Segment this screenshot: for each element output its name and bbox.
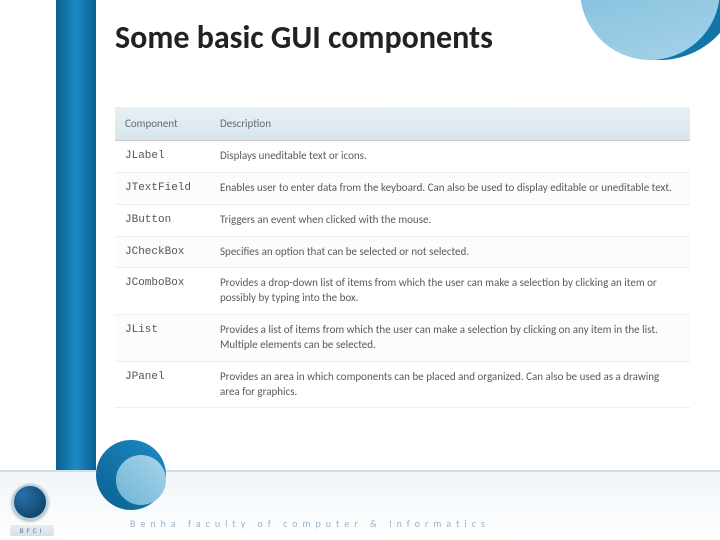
bfci-logo-icon bbox=[12, 484, 48, 520]
component-name: JTextField bbox=[115, 172, 210, 204]
bfci-abbrev: BFCI bbox=[10, 525, 54, 536]
table-row: JButton Triggers an event when clicked w… bbox=[115, 204, 690, 236]
component-description: Specifies an option that can be selected… bbox=[210, 236, 690, 268]
footer-text: Benha faculty of computer & Informatics bbox=[130, 517, 710, 530]
table-row: JLabel Displays uneditable text or icons… bbox=[115, 141, 690, 173]
components-table: Component Description JLabel Displays un… bbox=[115, 107, 690, 408]
component-description: Triggers an event when clicked with the … bbox=[210, 204, 690, 236]
column-header-description: Description bbox=[210, 107, 690, 141]
component-name: JButton bbox=[115, 204, 210, 236]
component-description: Provides a list of items from which the … bbox=[210, 315, 690, 362]
left-accent-bar bbox=[56, 0, 96, 540]
component-name: JCheckBox bbox=[115, 236, 210, 268]
page-title: Some basic GUI components bbox=[115, 18, 690, 57]
component-name: JLabel bbox=[115, 141, 210, 173]
table-row: JList Provides a list of items from whic… bbox=[115, 315, 690, 362]
table-header-row: Component Description bbox=[115, 107, 690, 141]
decorative-swoosh-footer bbox=[96, 470, 176, 510]
component-name: JList bbox=[115, 315, 210, 362]
table-row: JTextField Enables user to enter data fr… bbox=[115, 172, 690, 204]
component-description: Enables user to enter data from the keyb… bbox=[210, 172, 690, 204]
table-row: JComboBox Provides a drop-down list of i… bbox=[115, 268, 690, 315]
component-description: Provides a drop-down list of items from … bbox=[210, 268, 690, 315]
table-row: JPanel Provides an area in which compone… bbox=[115, 361, 690, 408]
footer-band: BFCI Benha faculty of computer & Informa… bbox=[0, 470, 720, 540]
table-row: JCheckBox Specifies an option that can b… bbox=[115, 236, 690, 268]
column-header-component: Component bbox=[115, 107, 210, 141]
component-name: JPanel bbox=[115, 361, 210, 408]
component-name: JComboBox bbox=[115, 268, 210, 315]
slide-content: Some basic GUI components Component Desc… bbox=[115, 18, 690, 408]
component-description: Provides an area in which components can… bbox=[210, 361, 690, 408]
component-description: Displays uneditable text or icons. bbox=[210, 141, 690, 173]
